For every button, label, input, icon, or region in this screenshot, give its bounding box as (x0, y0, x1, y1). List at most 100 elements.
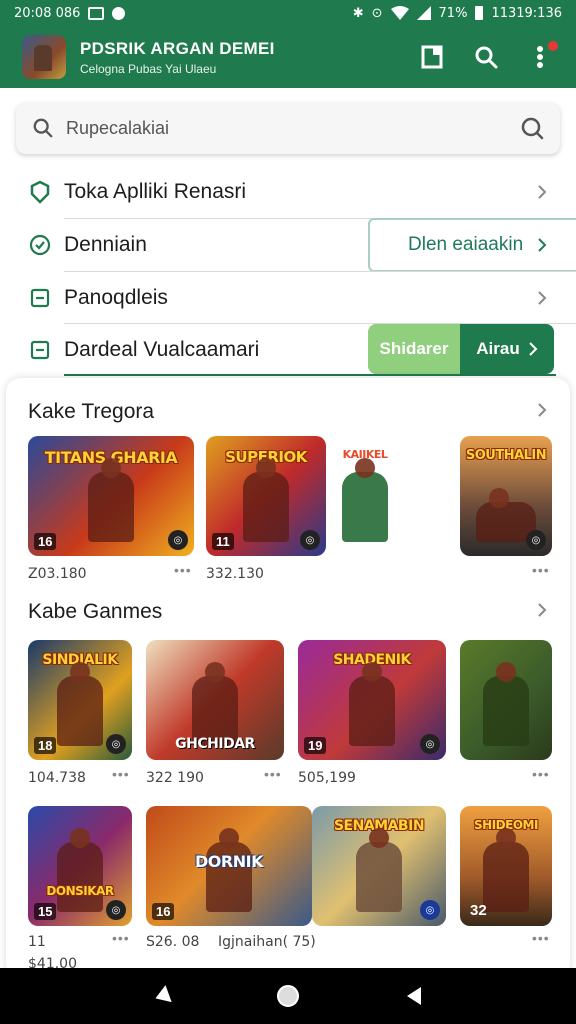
app-title: PDSRIK ARGAN DEMEI (80, 38, 275, 58)
more-options-button[interactable] (520, 37, 560, 77)
more-vert-icon (537, 46, 543, 68)
shield-icon (28, 180, 52, 204)
game-tile[interactable]: TITANS GHARIA 16 ◎ (28, 436, 194, 556)
search-icon (33, 118, 53, 138)
gallery-icon (88, 6, 105, 20)
age-badge-icon: ◎ (106, 734, 126, 754)
game-tile[interactable]: SOUTHALIN ◎ (460, 436, 552, 556)
divider (64, 374, 556, 376)
rating-label: 16 (34, 533, 57, 550)
rating-label: 32 (470, 902, 487, 919)
chevron-right-icon (538, 185, 547, 199)
recents-icon[interactable] (403, 985, 425, 1007)
rating-label: 18 (34, 737, 57, 754)
game-meta: 322 190 (146, 770, 204, 786)
status-bar: 20:08 086 ✱ ⊙ 71% 11319:136 (0, 0, 576, 26)
section-title[interactable]: Kake Tregora (28, 400, 154, 424)
rating-label: 19 (304, 737, 327, 754)
game-tile[interactable]: SHADENIK 19 ◎ (298, 640, 446, 760)
signal-icon (416, 6, 431, 20)
back-icon[interactable] (151, 985, 173, 1007)
notification-dot-icon (112, 6, 126, 20)
age-badge-icon: ◎ (526, 530, 546, 550)
battery-icon (475, 6, 484, 20)
game-tile[interactable]: SENAMABIN ◎ (312, 806, 446, 926)
chevron-right-icon (529, 342, 538, 356)
rating-label: 16 (152, 903, 175, 920)
chevron-right-icon (538, 238, 547, 252)
status-time: 20:08 086 (14, 5, 81, 21)
game-meta: Igjnaihan( 75) (218, 934, 316, 950)
square-icon (28, 338, 52, 362)
menu-action-label: Dlen eaiaakin (408, 234, 524, 255)
game-title-art: GHCHIDAR (175, 736, 255, 752)
rating-label: 11 (212, 533, 234, 550)
game-title-art: SOUTHALIN (465, 448, 547, 463)
notification-badge (548, 41, 558, 51)
age-badge-icon: ◎ (420, 734, 440, 754)
app-subtitle: Celogna Pubas Yai Ulaeu (80, 61, 217, 76)
section-title[interactable]: Kabe Ganmes (28, 600, 162, 624)
bookmark-button[interactable] (412, 37, 452, 77)
more-icon[interactable]: ••• (112, 766, 130, 782)
menu-item-label: Panoqdleis (64, 286, 168, 309)
app-logo[interactable] (22, 35, 66, 79)
game-tile[interactable]: SUPERIOK 11 ◎ (206, 436, 326, 556)
menu-item-toka[interactable]: Toka Aplliki Renasri (0, 166, 576, 218)
game-tile[interactable]: SHIDEOMI 32 (460, 806, 552, 926)
more-icon[interactable]: ••• (174, 562, 192, 578)
chevron-right-icon[interactable] (534, 602, 550, 618)
games-card: Kake Tregora TITANS GHARIA 16 ◎ SUPERIOK… (6, 378, 570, 978)
rating-label: 15 (34, 903, 57, 920)
clock-icon (28, 233, 52, 257)
voice-search-icon[interactable] (520, 116, 544, 140)
game-meta: Z03.180 (28, 566, 87, 582)
chevron-right-icon[interactable] (534, 402, 550, 418)
game-tile[interactable]: DORNIK 16 (146, 806, 312, 926)
app-bar: PDSRIK ARGAN DEMEI Celogna Pubas Yai Ula… (0, 26, 576, 88)
game-meta: 332.130 (206, 566, 264, 582)
location-icon: ⊙ (371, 5, 383, 21)
search-input[interactable] (66, 117, 520, 139)
square-icon (28, 286, 52, 310)
game-tile[interactable] (460, 640, 552, 760)
chevron-right-icon (538, 291, 547, 305)
game-meta: 505,199 (298, 770, 356, 786)
status-time-right: 11319:136 (491, 5, 562, 21)
game-tile[interactable]: GHCHIDAR (146, 640, 284, 760)
action-button-group: Shidarer Airau (368, 324, 554, 374)
home-icon[interactable] (276, 984, 300, 1008)
game-title-art: DORNIK (195, 852, 263, 871)
game-title-art: DONSIKAR (46, 884, 114, 898)
menu-item-label: Toka Aplliki Renasri (64, 180, 247, 203)
game-meta: 11 (28, 934, 46, 950)
shidarer-button[interactable]: Shidarer (368, 324, 460, 374)
bookmark-icon (421, 45, 443, 69)
menu-item-label: Denniain (64, 233, 147, 256)
more-icon[interactable]: ••• (532, 930, 550, 946)
age-badge-icon: ◎ (420, 900, 440, 920)
search-bar[interactable] (16, 102, 560, 154)
system-nav-bar (0, 968, 576, 1024)
age-badge-icon: ◎ (300, 530, 320, 550)
menu-item-label: Dardeal Vualcaamari (64, 338, 260, 361)
more-icon[interactable]: ••• (264, 766, 282, 782)
search-icon (475, 46, 498, 69)
airau-button[interactable]: Airau (460, 324, 554, 374)
age-badge-icon: ◎ (106, 900, 126, 920)
battery-percent: 71% (438, 5, 468, 21)
menu-item-panoqdleis[interactable]: Panoqdleis (0, 272, 576, 324)
search-button[interactable] (466, 37, 506, 77)
airau-label: Airau (476, 339, 520, 358)
game-meta: S26. 08 (146, 934, 200, 950)
bluetooth-icon: ✱ (352, 5, 364, 21)
game-tile[interactable]: KAIIKEL (332, 436, 398, 556)
game-tile[interactable]: DONSIKAR 15 ◎ (28, 806, 132, 926)
game-meta: 104.738 (28, 770, 86, 786)
game-tile[interactable]: SINDIALIK 18 ◎ (28, 640, 132, 760)
menu-action-button[interactable]: Dlen eaiaakin (368, 218, 576, 272)
wifi-icon (390, 6, 409, 20)
more-icon[interactable]: ••• (112, 930, 130, 946)
more-icon[interactable]: ••• (532, 562, 550, 578)
more-icon[interactable]: ••• (532, 766, 550, 782)
